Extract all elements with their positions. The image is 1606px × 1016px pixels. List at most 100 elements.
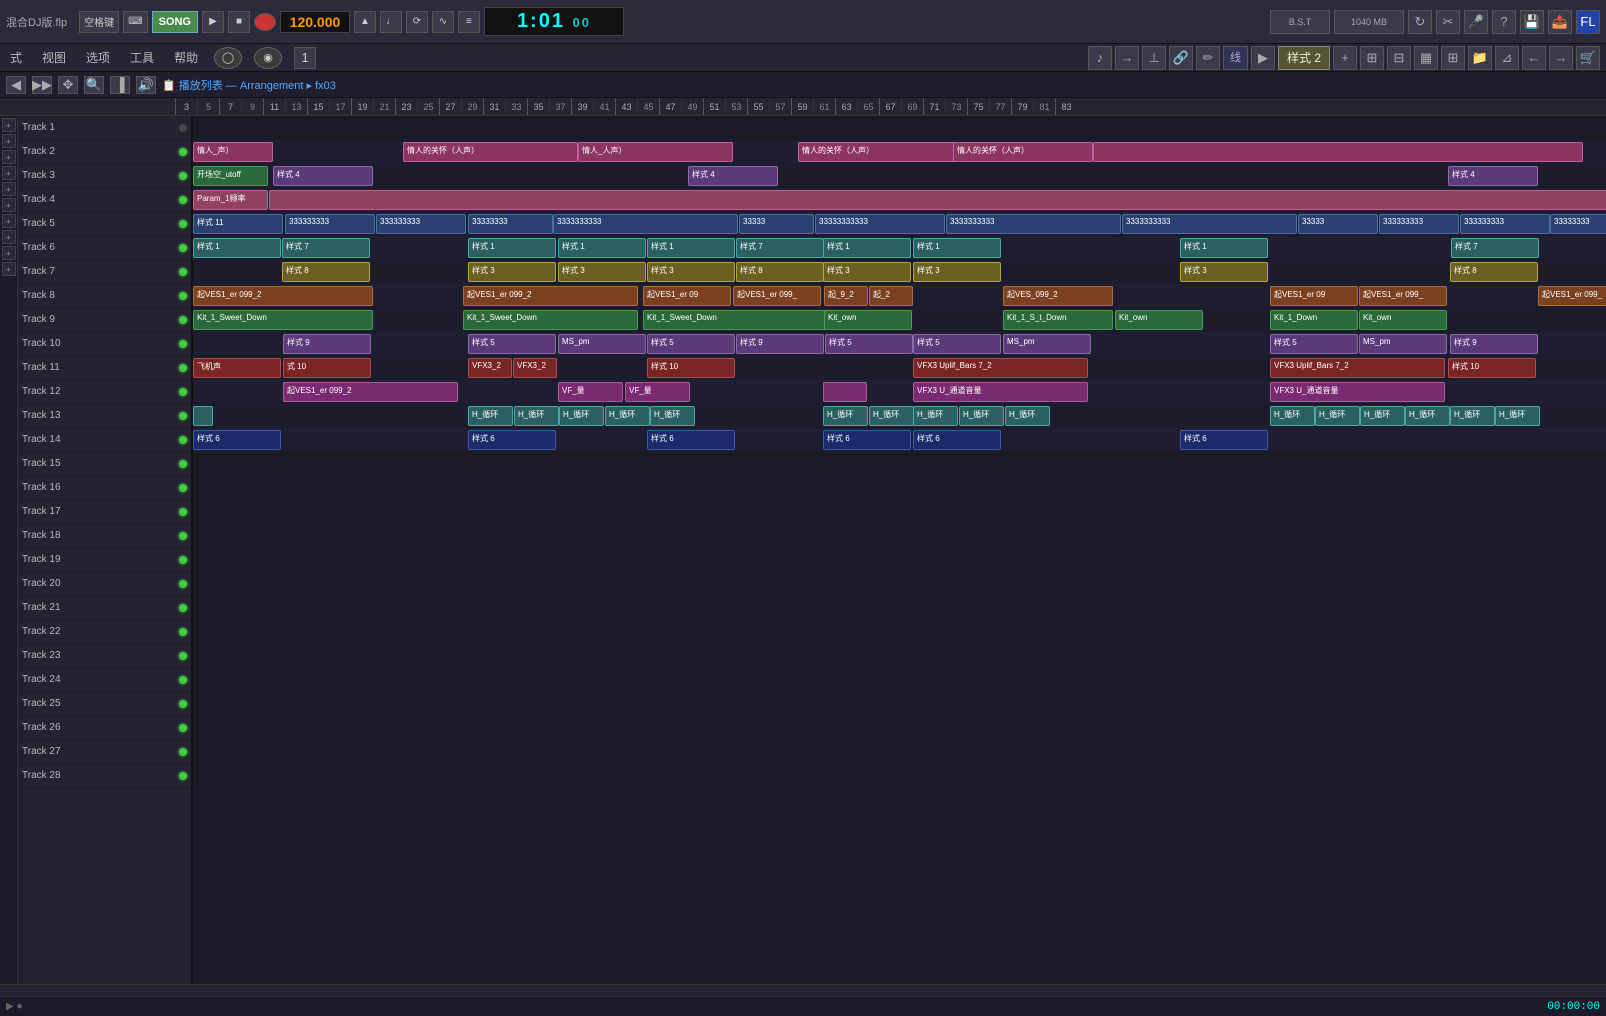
menu-tools[interactable]: 工具: [126, 47, 158, 68]
clip-9-3[interactable]: Kit_own: [824, 310, 912, 330]
track-led-19[interactable]: [179, 556, 187, 564]
track-header-23[interactable]: Track 23: [18, 644, 191, 668]
track-led-2[interactable]: [179, 148, 187, 156]
add-track-btn8[interactable]: +: [2, 230, 16, 244]
track-row-24[interactable]: [193, 668, 1606, 692]
clip-2-1[interactable]: 情人的关怀（人声）: [403, 142, 578, 162]
menu-view[interactable]: 视图: [38, 47, 70, 68]
track-row-14[interactable]: 样式 6样式 6样式 6样式 6样式 6样式 6: [193, 428, 1606, 452]
track-header-26[interactable]: Track 26: [18, 716, 191, 740]
clip-5-0[interactable]: 样式 11: [193, 214, 283, 234]
clip-5-3[interactable]: 33333333: [468, 214, 553, 234]
piano-icon[interactable]: ♪: [1088, 46, 1112, 70]
play-button[interactable]: ▶: [202, 11, 224, 33]
clip-14-0[interactable]: 样式 6: [193, 430, 281, 450]
add-track-btn3[interactable]: +: [2, 150, 16, 164]
clip-13-7[interactable]: H_循环: [869, 406, 914, 426]
folder-icon[interactable]: 📁: [1468, 46, 1492, 70]
add-track-btn6[interactable]: +: [2, 198, 16, 212]
clip-9-4[interactable]: Kit_1_S_t_Down: [1003, 310, 1113, 330]
clip-10-6[interactable]: 样式 5: [913, 334, 1001, 354]
clip-13-15[interactable]: H_循环: [1450, 406, 1495, 426]
clip-13-13[interactable]: H_循环: [1360, 406, 1405, 426]
track-led-20[interactable]: [179, 580, 187, 588]
track-header-28[interactable]: Track 28: [18, 764, 191, 788]
stop-button[interactable]: ■: [228, 11, 250, 33]
clip-6-5[interactable]: 样式 7: [736, 238, 824, 258]
track-row-17[interactable]: [193, 500, 1606, 524]
clip-3-0[interactable]: 开场空_utoff: [193, 166, 268, 186]
tool-icon1[interactable]: ✥: [58, 76, 78, 94]
track-row-2[interactable]: 情人_声）情人的关怀（人声）情人_人声）情人的关怀（人声）情人的关怀（人声）: [193, 140, 1606, 164]
clip-5-12[interactable]: 33333333: [1550, 214, 1606, 234]
track-led-7[interactable]: [179, 268, 187, 276]
track-header-1[interactable]: Track 1: [18, 116, 191, 140]
save-icon[interactable]: 💾: [1520, 10, 1544, 34]
metronome-icon[interactable]: ♩: [380, 11, 402, 33]
menu-style[interactable]: 式: [6, 47, 26, 68]
toggle-round-2[interactable]: ◉: [254, 47, 282, 69]
track-header-20[interactable]: Track 20: [18, 572, 191, 596]
track-led-27[interactable]: [179, 748, 187, 756]
clip-5-9[interactable]: 33333: [1298, 214, 1378, 234]
clip-13-8[interactable]: H_循环: [913, 406, 958, 426]
clip-7-6[interactable]: 样式 3: [913, 262, 1001, 282]
add-track-btn5[interactable]: +: [2, 182, 16, 196]
track-header-19[interactable]: Track 19: [18, 548, 191, 572]
pitch-up[interactable]: ▲: [354, 11, 376, 33]
record-button[interactable]: [254, 13, 276, 31]
clip-5-10[interactable]: 333333333: [1379, 214, 1459, 234]
track-header-9[interactable]: Track 9: [18, 308, 191, 332]
track-header-11[interactable]: Track 11: [18, 356, 191, 380]
clip-6-0[interactable]: 样式 1: [193, 238, 281, 258]
arrow-right2-icon[interactable]: →: [1549, 46, 1573, 70]
clip-8-2[interactable]: 起VES1_er 09: [643, 286, 731, 306]
clip-6-6[interactable]: 样式 1: [823, 238, 911, 258]
track-led-9[interactable]: [179, 316, 187, 324]
clip-13-11[interactable]: H_循环: [1270, 406, 1315, 426]
mode-btn[interactable]: 线: [1223, 46, 1248, 70]
clip-7-5[interactable]: 样式 3: [823, 262, 911, 282]
clip-5-11[interactable]: 333333333: [1460, 214, 1550, 234]
clip-6-1[interactable]: 样式 7: [282, 238, 370, 258]
add-track-btn10[interactable]: +: [2, 262, 16, 276]
song-button[interactable]: SONG: [152, 11, 198, 33]
help-icon[interactable]: ?: [1492, 10, 1516, 34]
toggle-round-1[interactable]: ◯: [214, 47, 242, 69]
clip-11-3[interactable]: VFX3_2: [513, 358, 557, 378]
clip-10-8[interactable]: 样式 5: [1270, 334, 1358, 354]
clip-5-6[interactable]: 33333333333: [815, 214, 945, 234]
track-led-8[interactable]: [179, 292, 187, 300]
clip-13-2[interactable]: H_循环: [514, 406, 559, 426]
clip-10-10[interactable]: 样式 9: [1450, 334, 1538, 354]
track-led-11[interactable]: [179, 364, 187, 372]
track-led-15[interactable]: [179, 460, 187, 468]
clip-9-6[interactable]: Kit_1_Down: [1270, 310, 1358, 330]
clip-5-2[interactable]: 333333333: [376, 214, 466, 234]
cut-icon[interactable]: ✂: [1436, 10, 1460, 34]
track-row-25[interactable]: [193, 692, 1606, 716]
arrow-left2-icon[interactable]: ←: [1522, 46, 1546, 70]
clip-13-3[interactable]: H_循环: [559, 406, 604, 426]
track-row-27[interactable]: [193, 740, 1606, 764]
clip-6-4[interactable]: 样式 1: [647, 238, 735, 258]
clip-11-6[interactable]: VFX3 Uplif_Bars 7_2: [1270, 358, 1445, 378]
clip-13-16[interactable]: H_循环: [1495, 406, 1540, 426]
clip-7-2[interactable]: 样式 3: [558, 262, 646, 282]
clip-13-4[interactable]: H_循环: [605, 406, 650, 426]
clip-5-1[interactable]: 333333333: [285, 214, 375, 234]
track-row-26[interactable]: [193, 716, 1606, 740]
track-row-23[interactable]: [193, 644, 1606, 668]
horizontal-scrollbar[interactable]: [0, 984, 1606, 996]
clip-2-5[interactable]: [1093, 142, 1583, 162]
clip-11-1[interactable]: 式 10: [283, 358, 371, 378]
line-arrow[interactable]: ▶: [1251, 46, 1275, 70]
track-row-21[interactable]: [193, 596, 1606, 620]
clip-6-7[interactable]: 样式 1: [913, 238, 1001, 258]
clip-4-0[interactable]: Param_1频率: [193, 190, 268, 210]
track-led-10[interactable]: [179, 340, 187, 348]
clip-8-4[interactable]: 起_9_2: [824, 286, 868, 306]
track-led-21[interactable]: [179, 604, 187, 612]
clip-9-7[interactable]: Kit_own: [1359, 310, 1447, 330]
add-track-btn2[interactable]: +: [2, 134, 16, 148]
